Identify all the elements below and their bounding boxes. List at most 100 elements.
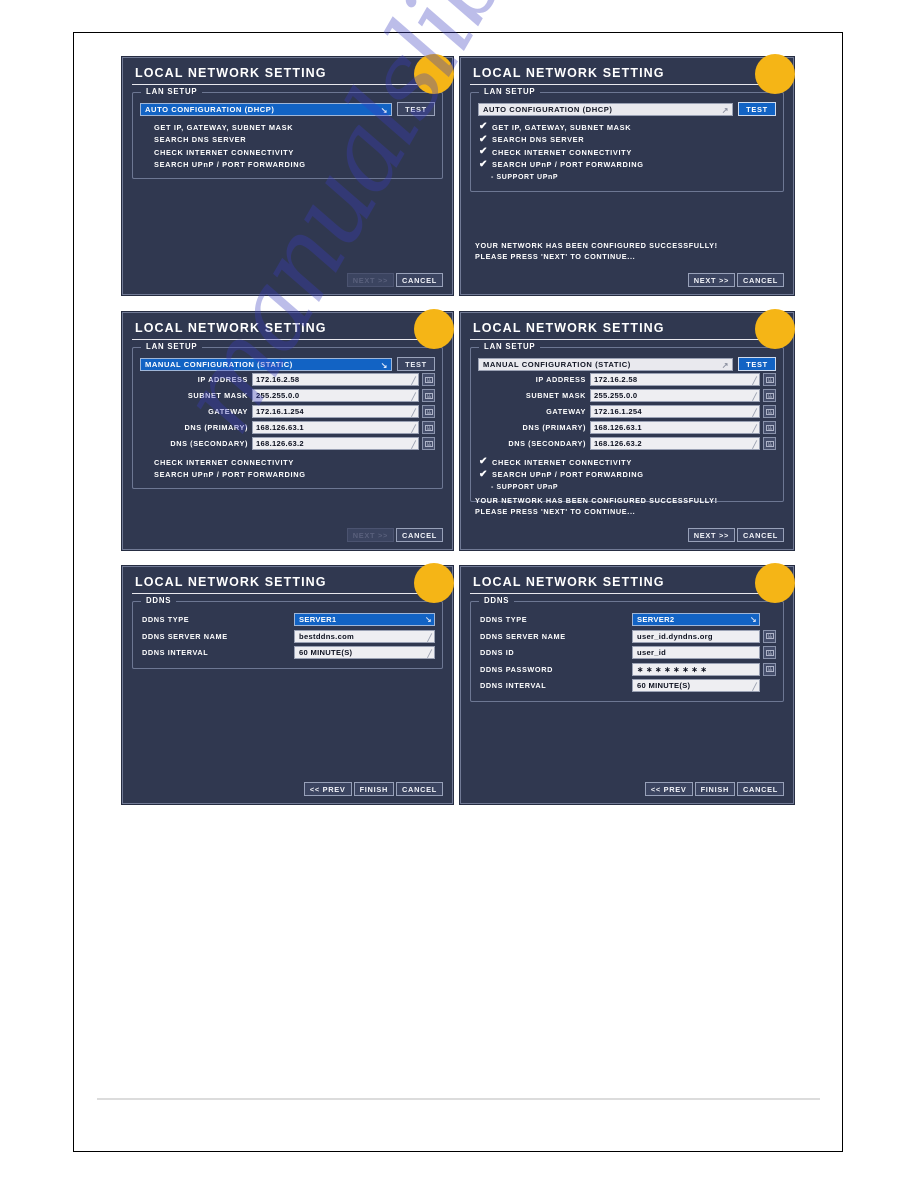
- check-icon: ✔: [479, 121, 489, 133]
- cancel-button[interactable]: CANCEL: [737, 273, 784, 287]
- keyboard-icon[interactable]: [763, 389, 776, 402]
- check-icon: ✔: [479, 146, 489, 158]
- check-icon: ✔: [140, 147, 154, 157]
- resize-corner-icon: ╱: [752, 426, 757, 433]
- field-value: ∗ ∗ ∗ ∗ ∗ ∗ ∗ ∗: [637, 664, 708, 674]
- keyboard-icon[interactable]: [422, 437, 435, 450]
- network-mode-select[interactable]: AUTO CONFIGURATION (DHCP) ↘: [140, 102, 392, 116]
- field-label: DNS (PRIMARY): [522, 423, 586, 432]
- ddns-interval-select[interactable]: 60 MINUTE(S) ╱: [294, 646, 435, 660]
- finish-button[interactable]: FINISH: [353, 782, 394, 796]
- keyboard-icon[interactable]: [422, 389, 435, 402]
- check-icon: ✔: [479, 158, 489, 170]
- network-mode-select[interactable]: MANUAL CONFIGURATION (STATIC) ↘: [140, 357, 392, 371]
- gateway-input[interactable]: 172.16.1.254 ╱: [590, 405, 760, 418]
- substep-label: - SUPPORT UPnP: [491, 483, 559, 491]
- page-title: LOCAL NETWORK SETTING: [470, 66, 784, 85]
- ddns-server-name-input[interactable]: user_id.dyndns.org: [632, 629, 760, 643]
- keyboard-icon[interactable]: [763, 405, 776, 418]
- network-mode-select[interactable]: MANUAL CONFIGURATION (STATIC) ↗: [478, 357, 733, 371]
- next-button[interactable]: NEXT >>: [687, 528, 735, 542]
- prev-button[interactable]: << PREV: [644, 782, 693, 796]
- ip-address-input[interactable]: 172.16.2.58 ╱: [590, 373, 760, 386]
- resize-corner-icon: ╱: [752, 684, 757, 692]
- ddns-group: DDNS DDNS TYPE SERVER2 ↘ DDNS SERVER NAM…: [470, 596, 784, 702]
- field-ip-address: IP ADDRESS 172.16.2.58 ╱: [478, 372, 776, 387]
- ddns-password-input[interactable]: ∗ ∗ ∗ ∗ ∗ ∗ ∗ ∗: [632, 662, 760, 676]
- ddns-type-select[interactable]: SERVER1 ↘: [294, 613, 435, 627]
- cancel-button[interactable]: CANCEL: [396, 273, 443, 287]
- field-value: 172.16.1.254: [256, 407, 304, 416]
- screenshot-grid: LOCAL NETWORK SETTING LAN SETUP AUTO CON…: [0, 0, 918, 1188]
- resize-corner-icon: ╱: [411, 426, 416, 433]
- field-value: SERVER2: [637, 615, 675, 625]
- resize-corner-icon: ╱: [752, 378, 757, 385]
- keyboard-icon[interactable]: [763, 662, 776, 676]
- next-button[interactable]: NEXT >>: [346, 528, 394, 542]
- cancel-button[interactable]: CANCEL: [396, 528, 443, 542]
- field-gateway: GATEWAY 172.16.1.254 ╱: [478, 404, 776, 419]
- prev-button[interactable]: << PREV: [303, 782, 352, 796]
- row-ddns-interval: DDNS INTERVAL 60 MINUTE(S) ╱: [140, 645, 435, 661]
- field-dns-secondary: DNS (SECONDARY) 168.126.63.2 ╱: [478, 436, 776, 451]
- footer-buttons: NEXT >> CANCEL: [346, 273, 443, 287]
- finish-button[interactable]: FINISH: [694, 782, 735, 796]
- step-label: GET IP, GATEWAY, SUBNET MASK: [492, 122, 632, 132]
- keyboard-icon[interactable]: [763, 373, 776, 386]
- gateway-input[interactable]: 172.16.1.254 ╱: [252, 405, 419, 418]
- resize-corner-icon: ╱: [411, 410, 416, 417]
- dns-primary-input[interactable]: 168.126.63.1 ╱: [252, 421, 419, 434]
- field-label: GATEWAY: [546, 407, 586, 416]
- keyboard-icon[interactable]: [763, 421, 776, 434]
- cancel-button[interactable]: CANCEL: [396, 782, 443, 796]
- lan-setup-group: LAN SETUP MANUAL CONFIGURATION (STATIC) …: [132, 342, 443, 489]
- resize-corner-icon: ╱: [752, 410, 757, 417]
- field-value: user_id: [637, 648, 667, 658]
- test-button[interactable]: TEST: [397, 357, 435, 371]
- row-ddns-interval: DDNS INTERVAL 60 MINUTE(S) ╱: [478, 678, 776, 694]
- ip-address-input[interactable]: 172.16.2.58 ╱: [252, 373, 419, 386]
- keyboard-icon[interactable]: [422, 373, 435, 386]
- ddns-legend: DDNS: [479, 596, 515, 605]
- test-button[interactable]: TEST: [738, 102, 776, 116]
- next-button[interactable]: NEXT >>: [346, 273, 394, 287]
- lan-setup-legend: LAN SETUP: [141, 342, 203, 351]
- step-label: SEARCH UPnP / PORT FORWARDING: [154, 470, 306, 480]
- keyboard-icon[interactable]: [763, 437, 776, 450]
- ddns-id-input[interactable]: user_id: [632, 646, 760, 660]
- check-icon: ✔: [140, 457, 154, 467]
- cancel-button[interactable]: CANCEL: [737, 528, 784, 542]
- substep-label: - SUPPORT UPnP: [491, 173, 559, 181]
- ddns-server-name-input[interactable]: bestddns.com ╱: [294, 629, 435, 643]
- resize-corner-icon: ╱: [752, 394, 757, 401]
- mode-row: AUTO CONFIGURATION (DHCP) ↘ TEST: [140, 102, 435, 116]
- mode-row: AUTO CONFIGURATION (DHCP) ↗ TEST: [478, 102, 776, 116]
- next-button[interactable]: NEXT >>: [687, 273, 735, 287]
- test-button[interactable]: TEST: [397, 102, 435, 116]
- cancel-button[interactable]: CANCEL: [737, 782, 784, 796]
- subnet-mask-input[interactable]: 255.255.0.0 ╱: [590, 389, 760, 402]
- keyboard-icon[interactable]: [422, 421, 435, 434]
- keyboard-icon[interactable]: [763, 646, 776, 660]
- row-ddns-type: DDNS TYPE SERVER1 ↘: [140, 612, 435, 628]
- field-value: 172.16.2.58: [256, 375, 300, 384]
- ddns-interval-select[interactable]: 60 MINUTE(S) ╱: [632, 679, 760, 693]
- ddns-type-select[interactable]: SERVER2 ↘: [632, 613, 760, 627]
- check-icon: ✔: [479, 468, 489, 480]
- field-label: DDNS INTERVAL: [142, 648, 209, 658]
- keyboard-icon[interactable]: [422, 405, 435, 418]
- subnet-mask-input[interactable]: 255.255.0.0 ╱: [252, 389, 419, 402]
- field-value: SERVER1: [299, 615, 337, 625]
- lan-setup-group: LAN SETUP AUTO CONFIGURATION (DHCP) ↗ TE…: [470, 87, 784, 192]
- list-item: ✔ GET IP, GATEWAY, SUBNET MASK: [140, 121, 435, 134]
- dns-secondary-input[interactable]: 168.126.63.2 ╱: [590, 437, 760, 450]
- keyboard-icon[interactable]: [763, 629, 776, 643]
- row-ddns-server-name: DDNS SERVER NAME bestddns.com ╱: [140, 629, 435, 645]
- dns-primary-input[interactable]: 168.126.63.1 ╱: [590, 421, 760, 434]
- test-button[interactable]: TEST: [738, 357, 776, 371]
- network-mode-select[interactable]: AUTO CONFIGURATION (DHCP) ↗: [478, 102, 733, 116]
- dns-secondary-input[interactable]: 168.126.63.2 ╱: [252, 437, 419, 450]
- chevron-down-icon: ↗: [721, 105, 729, 115]
- network-mode-value: MANUAL CONFIGURATION (STATIC): [483, 359, 631, 369]
- field-label: DDNS SERVER NAME: [142, 631, 228, 641]
